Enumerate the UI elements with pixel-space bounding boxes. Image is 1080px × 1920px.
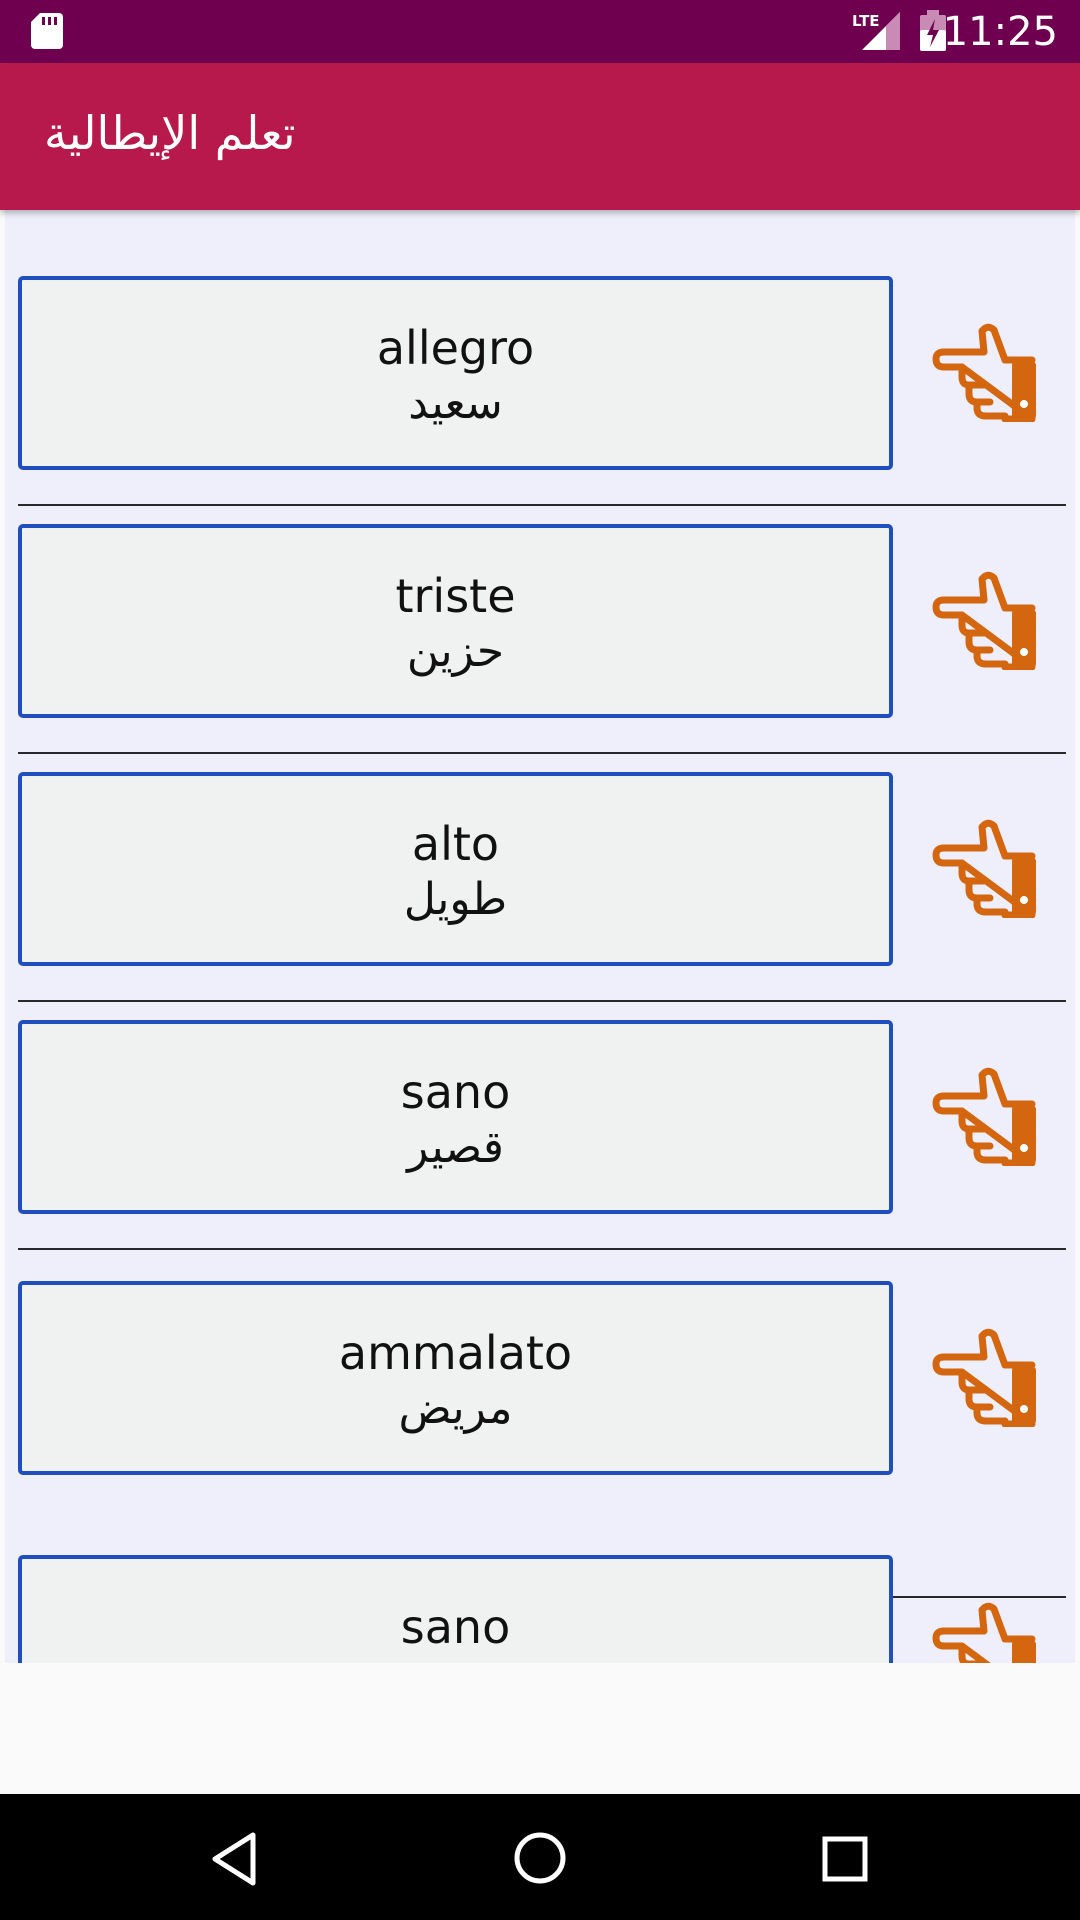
arabic-translation: طويل — [403, 874, 508, 925]
pointing-hand-icon[interactable] — [932, 1066, 1044, 1166]
word-card-button[interactable]: alto طويل — [18, 772, 893, 966]
word-card-button[interactable]: triste حزين — [18, 524, 893, 718]
word-card-button[interactable]: sano — [18, 1555, 893, 1663]
empty-footer-area — [0, 1663, 1080, 1794]
word-card-button[interactable]: sano قصير — [18, 1020, 893, 1214]
pointing-hand-icon[interactable] — [932, 818, 1044, 918]
word-list[interactable]: allegro سعيد triste حزين alto طويل sano … — [5, 210, 1075, 1663]
back-icon[interactable] — [205, 1829, 265, 1889]
lte-signal-icon: LTE — [852, 12, 900, 50]
italian-word: triste — [395, 569, 516, 623]
lte-label: LTE — [852, 12, 880, 30]
page-title: تعلم الإيطالية — [44, 106, 296, 160]
pointing-hand-icon[interactable] — [932, 1601, 1044, 1663]
arabic-translation: سعيد — [408, 378, 503, 429]
navigation-bar — [0, 1794, 1080, 1920]
arabic-translation: قصير — [407, 1122, 504, 1173]
arabic-translation: حزين — [406, 626, 505, 677]
sd-card-icon — [31, 13, 63, 49]
row-divider — [18, 504, 1066, 506]
row-divider — [18, 752, 1066, 754]
recents-icon[interactable] — [815, 1829, 875, 1889]
italian-word: sano — [400, 1065, 511, 1119]
italian-word: alto — [411, 817, 500, 871]
word-card-button[interactable]: allegro سعيد — [18, 276, 893, 470]
status-bar: LTE 11:25 — [0, 0, 1080, 63]
arabic-translation: مريض — [398, 1383, 513, 1434]
row-divider — [18, 1000, 1066, 1002]
italian-word: ammalato — [338, 1326, 573, 1380]
app-bar: تعلم الإيطالية — [0, 63, 1080, 210]
italian-word: allegro — [376, 321, 535, 375]
italian-word: sano — [400, 1600, 511, 1654]
pointing-hand-icon[interactable] — [932, 1327, 1044, 1427]
pointing-hand-icon[interactable] — [932, 322, 1044, 422]
row-divider — [18, 1248, 1066, 1250]
home-icon[interactable] — [510, 1828, 570, 1888]
pointing-hand-icon[interactable] — [932, 570, 1044, 670]
status-time: 11:25 — [942, 9, 1058, 55]
word-card-button[interactable]: ammalato مريض — [18, 1281, 893, 1475]
